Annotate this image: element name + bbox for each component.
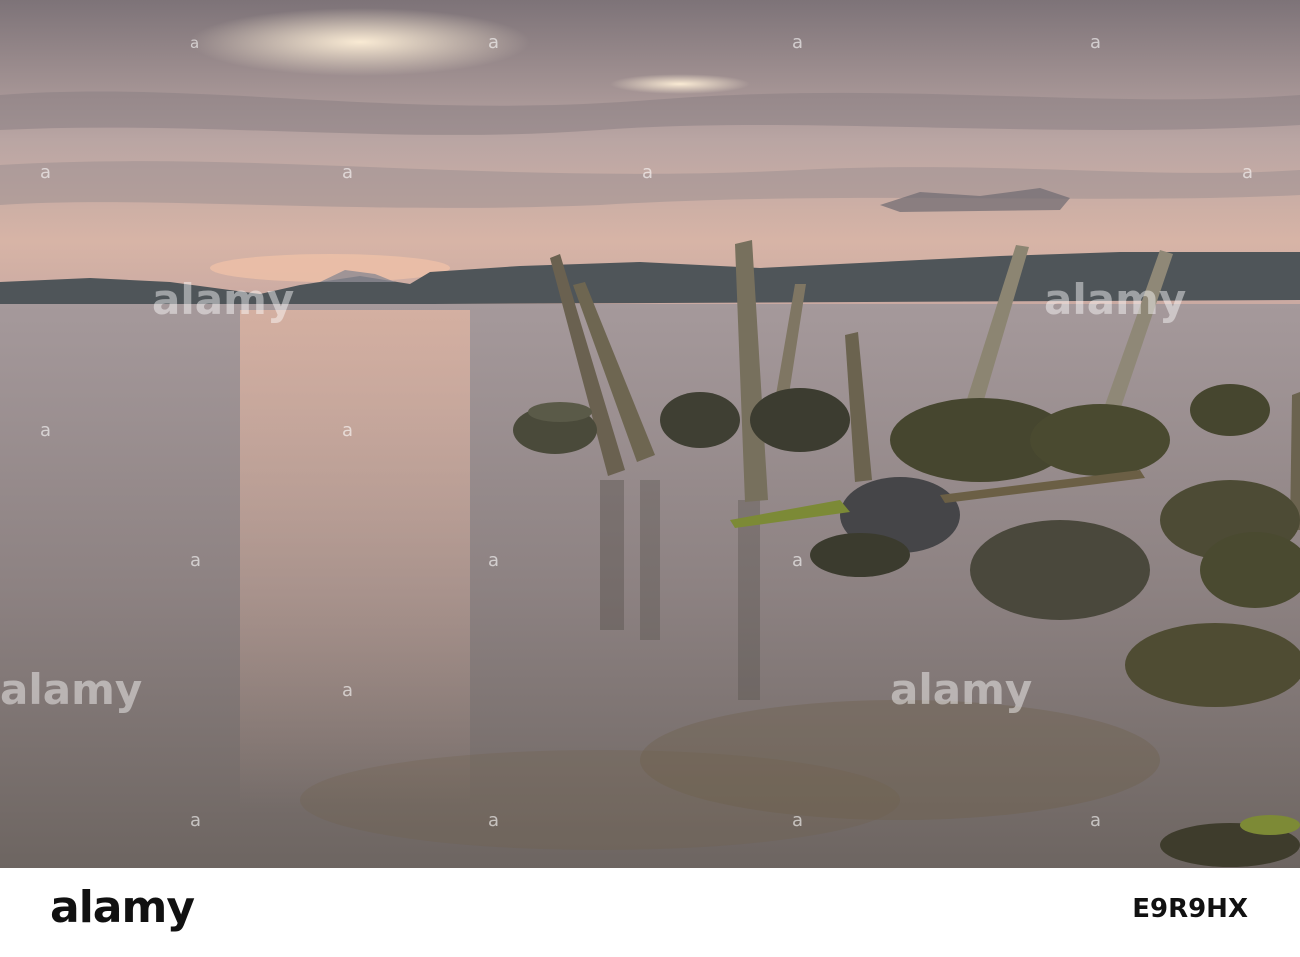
landscape-scene: a a a a a a a a a a a a a a a a a a alam… — [0, 0, 1300, 868]
rock — [528, 402, 592, 422]
rock — [1030, 404, 1170, 476]
watermark-mark: a — [190, 34, 199, 52]
watermark-mark: a — [642, 162, 653, 183]
watermark-mark: a — [792, 32, 803, 53]
watermark-mark: a — [342, 162, 353, 183]
watermark-logo: alamy — [152, 275, 294, 324]
rock — [1125, 623, 1300, 707]
watermark-mark: a — [342, 680, 353, 701]
post-reflection — [600, 480, 624, 630]
stock-id: E9R9HX — [1132, 894, 1248, 924]
watermark-mark: a — [488, 810, 499, 831]
seaweed — [1240, 815, 1300, 835]
seabed — [300, 750, 900, 850]
watermark-mark: a — [792, 810, 803, 831]
rock — [810, 533, 910, 577]
watermark-logo: alamy — [890, 665, 1032, 714]
watermark-mark: a — [1090, 32, 1101, 53]
watermark-mark: a — [40, 162, 51, 183]
photo: a a a a a a a a a a a a a a a a a a alam… — [0, 0, 1300, 868]
watermark-mark: a — [1242, 162, 1253, 183]
watermark-mark: a — [488, 32, 499, 53]
watermark-logo: alamy — [0, 665, 142, 714]
sun-break — [190, 8, 530, 76]
rock — [970, 520, 1150, 620]
watermark-mark: a — [190, 550, 201, 571]
watermark-mark: a — [792, 550, 803, 571]
sun-reflection — [240, 310, 470, 810]
post-reflection — [640, 480, 660, 640]
watermark-logo: alamy — [1044, 275, 1186, 324]
watermark-mark: a — [488, 550, 499, 571]
watermark-mark: a — [190, 810, 201, 831]
watermark-mark: a — [1090, 810, 1101, 831]
brand-logo: alamy — [50, 882, 195, 933]
watermark-mark: a — [342, 420, 353, 441]
rock — [660, 392, 740, 448]
rock — [750, 388, 850, 452]
post-reflection — [738, 500, 760, 700]
rock — [1190, 384, 1270, 436]
footer-bar: alamy E9R9HX — [0, 868, 1300, 957]
cloud-highlight — [610, 74, 750, 94]
watermark-mark: a — [40, 420, 51, 441]
